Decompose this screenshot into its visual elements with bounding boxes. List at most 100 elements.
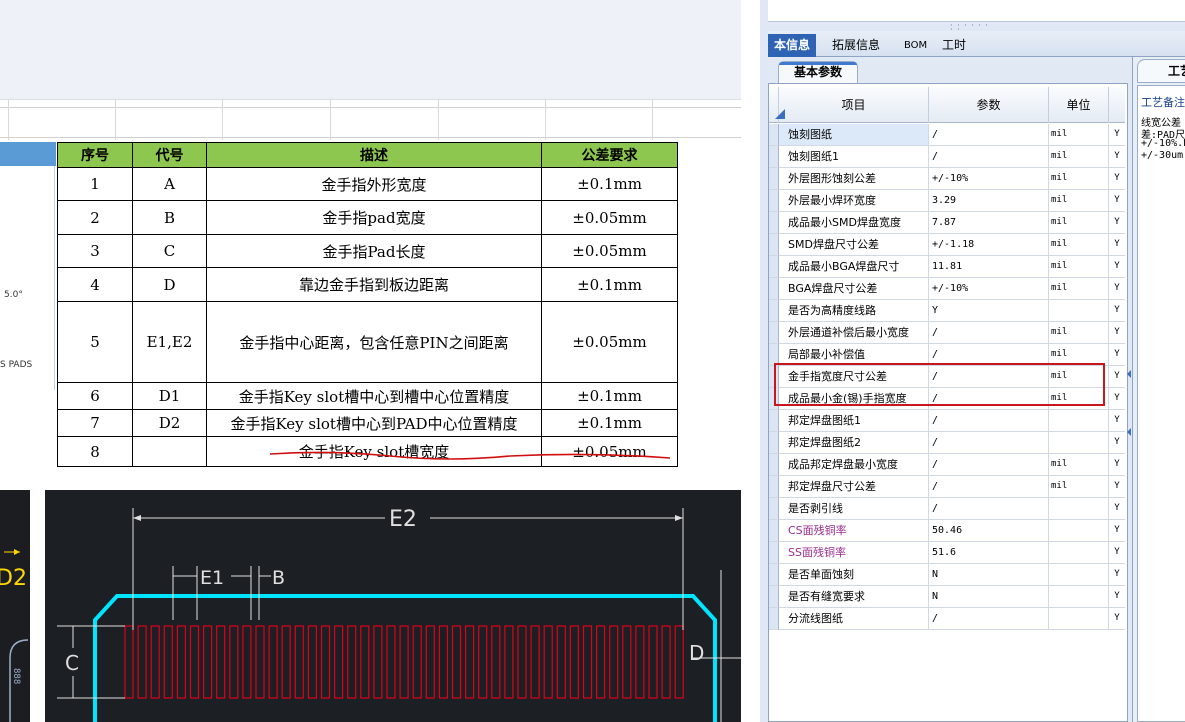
grid-row[interactable]: 是否单面蚀刻 N Y [769, 564, 1125, 586]
grid-row[interactable]: 成品邦定焊盘最小宽度 / mil Y [769, 454, 1125, 476]
row-selector[interactable] [769, 608, 779, 630]
grid-row[interactable]: 蚀刻图纸1/mil Y [769, 146, 1125, 168]
grid-row[interactable]: 蚀刻图纸 / mil Y [769, 124, 1125, 146]
row-selector[interactable] [769, 278, 779, 300]
grid-row[interactable]: 分流线图纸 / Y [769, 608, 1125, 630]
cell-item: 是否剥引线 [779, 498, 929, 520]
grid-row[interactable]: CS面残铜率 50.46 Y [769, 520, 1125, 542]
col-header-unit[interactable]: 单位 [1049, 87, 1109, 123]
gold-finger-pad [242, 625, 252, 699]
row-selector[interactable] [769, 168, 779, 190]
cell-param[interactable]: +/-10% [929, 168, 1049, 190]
grid-row[interactable]: SS面残铜率 51.6 Y [769, 542, 1125, 564]
gold-finger-pad [320, 625, 331, 699]
cell-param[interactable]: +/-1.18 [929, 234, 1049, 256]
cell-unit [1049, 564, 1109, 586]
gold-finger-pad [386, 625, 396, 699]
grid-row[interactable]: 是否有缝宽要求 N Y [769, 586, 1125, 608]
cell-no: 4 [57, 267, 133, 302]
table-header-row: 序号 代号 描述 公差要求 [57, 142, 678, 168]
col-header-item[interactable]: 项目 [779, 87, 929, 123]
cell-param[interactable]: / [929, 124, 1049, 146]
cell-param[interactable]: / [929, 498, 1049, 520]
pane-gap [741, 0, 760, 722]
row-selector[interactable] [769, 542, 779, 564]
grid-row[interactable]: 邦定焊盘图纸1/ Y [769, 410, 1125, 432]
gold-finger-pad [347, 625, 357, 699]
row-selector[interactable] [769, 586, 779, 608]
tab-process[interactable]: 工艺 [1137, 59, 1185, 83]
cell-param[interactable]: 51.6 [929, 542, 1049, 564]
row-selector[interactable] [769, 564, 779, 586]
cell-param[interactable]: N [929, 564, 1049, 586]
cell-param[interactable]: 7.87 [929, 212, 1049, 234]
cell-param[interactable]: +/-10% [929, 278, 1049, 300]
tab-basic-info[interactable]: 本信息 [768, 34, 817, 57]
cell-unit: mil [1049, 476, 1109, 498]
row-selector[interactable] [769, 520, 779, 542]
cell-param[interactable]: / [929, 432, 1049, 454]
cell-code: D [132, 267, 207, 302]
cell-param[interactable]: / [929, 454, 1049, 476]
row-selector[interactable] [769, 498, 779, 520]
gold-finger-pad [176, 625, 186, 699]
grid-row[interactable]: 成品最小SMD焊盘宽度 7.87 mil Y [769, 212, 1125, 234]
cell-item: 蚀刻图纸 [779, 124, 929, 146]
grid-row[interactable]: 邦定焊盘尺寸公差 / mil Y [769, 476, 1125, 498]
tab-work-hours[interactable]: 工时 [936, 34, 972, 57]
cell-desc: 金手指Key slot槽中心到槽中心位置精度 [206, 382, 542, 410]
grid-row[interactable]: 外层最小焊环宽度 3.29 mil Y [769, 190, 1125, 212]
cell-param[interactable]: / [929, 476, 1049, 498]
cell-unit [1049, 608, 1109, 630]
tab-basic-params[interactable]: 基本参数 [778, 61, 858, 83]
grid-row[interactable]: SMD焊盘尺寸公差 +/-1.18 mil Y [769, 234, 1125, 256]
process-notes-panel: 工艺 工艺备注 线宽公差 差:PAD尺 +/-10%.P +/-30um [1132, 57, 1185, 722]
cell-param[interactable]: N [929, 586, 1049, 608]
row-selector[interactable] [769, 476, 779, 498]
grid-row[interactable]: 成品最小BGA焊盘尺寸 11.81 mil Y [769, 256, 1125, 278]
cell-param[interactable]: Y [929, 300, 1049, 322]
drag-grip-icon[interactable]: · · · · · · · · [950, 22, 990, 34]
row-selector[interactable] [769, 454, 779, 476]
cell-code: B [132, 200, 207, 235]
row-selector[interactable] [769, 300, 779, 322]
row-selector[interactable] [769, 322, 779, 344]
cell-unit: mil [1049, 278, 1109, 300]
gold-finger-pad [360, 625, 370, 699]
cell-code: E1,E2 [132, 301, 207, 383]
cell-param[interactable]: / [929, 410, 1049, 432]
cell-tol: ±0.1mm [541, 409, 678, 437]
collapse-left-icon[interactable] [1127, 428, 1131, 436]
cell-param[interactable]: 3.29 [929, 190, 1049, 212]
cell-item: 是否单面蚀刻 [779, 564, 929, 586]
tab-extended-info[interactable]: 拓展信息 [826, 34, 886, 57]
cell-param[interactable]: 50.46 [929, 520, 1049, 542]
grid-row[interactable]: 外层通道补偿后最小宽度 / mil Y [769, 322, 1125, 344]
cell-flag: Y [1109, 410, 1125, 432]
cell-flag: Y [1109, 234, 1125, 256]
row-selector[interactable] [769, 190, 779, 212]
row-selector[interactable] [769, 212, 779, 234]
grid-row[interactable]: BGA焊盘尺寸公差 +/-10% mil Y [769, 278, 1125, 300]
row-selector[interactable] [769, 410, 779, 432]
cell-param[interactable]: / [929, 322, 1049, 344]
collapse-left-icon[interactable] [1127, 370, 1131, 378]
row-selector[interactable] [769, 256, 779, 278]
dim-label-e2: E2 [389, 507, 417, 532]
cell-param[interactable]: 11.81 [929, 256, 1049, 278]
tab-bom[interactable]: BOM [898, 34, 933, 57]
grid-row[interactable]: 外层图形蚀刻公差 +/-10% mil Y [769, 168, 1125, 190]
grid-row[interactable]: 是否剥引线 / Y [769, 498, 1125, 520]
cell-param[interactable]: / [929, 608, 1049, 630]
grid-row[interactable]: 是否为高精度线路 Y Y [769, 300, 1125, 322]
row-selector[interactable] [769, 146, 779, 168]
row-selector[interactable] [769, 124, 779, 146]
col-header-flag[interactable] [1109, 87, 1125, 123]
col-header-param[interactable]: 参数 [929, 87, 1049, 123]
cell-flag: Y [1109, 168, 1125, 190]
row-selector[interactable] [769, 234, 779, 256]
grid-row[interactable]: 邦定焊盘图纸2/ Y [769, 432, 1125, 454]
row-selector[interactable] [769, 432, 779, 454]
cell-param[interactable]: / [929, 146, 1049, 168]
cell-item: 外层最小焊环宽度 [779, 190, 929, 212]
